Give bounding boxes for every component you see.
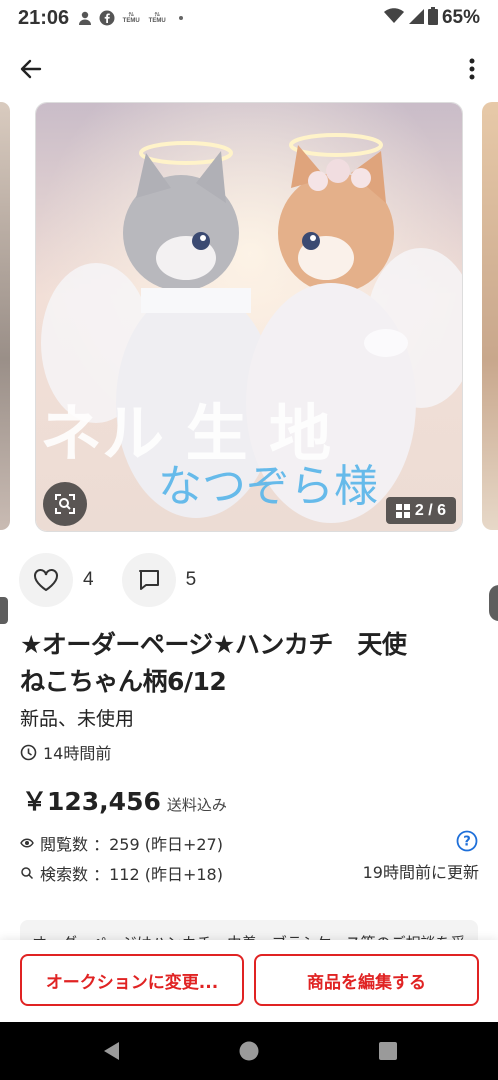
system-icons: 65% bbox=[383, 6, 480, 30]
searches-stat: 検索数 ：112 (昨日+18) bbox=[40, 865, 223, 884]
eye-icon bbox=[20, 838, 34, 848]
watermark-text: ネル 生 地 bbox=[40, 397, 331, 470]
item-title-line-2: ねこちゃん柄6/12 bbox=[20, 667, 227, 696]
temu-icon: ﾃﾑ TEMU bbox=[122, 12, 140, 24]
previous-image-peek[interactable] bbox=[0, 102, 10, 530]
status-bar: 21:06 ﾃﾑ TEMU ﾃﾑ TEMU 65% bbox=[0, 0, 498, 36]
facebook-icon bbox=[99, 10, 115, 26]
heart-icon bbox=[34, 569, 58, 592]
item-condition: 新品、未使用 bbox=[20, 708, 135, 730]
views-row: 閲覧数 ：259 (昨日+27) bbox=[20, 831, 223, 855]
svg-text:?: ? bbox=[463, 835, 471, 850]
back-button[interactable] bbox=[14, 52, 48, 86]
change-to-auction-button[interactable]: オークションに変更... bbox=[20, 954, 244, 1006]
posted-time: 14時間前 bbox=[43, 744, 112, 763]
back-arrow-icon bbox=[20, 59, 42, 79]
comment-count: 5 bbox=[185, 569, 197, 590]
updated-time: 19時間前に更新 bbox=[362, 863, 479, 882]
posted-time-row: 14時間前 bbox=[20, 740, 111, 764]
more-options-button[interactable] bbox=[460, 52, 484, 86]
product-image[interactable]: ネル 生 地 なつぞら様 bbox=[35, 102, 463, 532]
battery-percent: 65% bbox=[441, 7, 480, 28]
more-notifications-icon bbox=[179, 16, 184, 20]
notification-icons: ﾃﾑ TEMU ﾃﾑ TEMU bbox=[77, 10, 184, 26]
comment-button[interactable] bbox=[121, 553, 176, 607]
search-icon bbox=[21, 867, 34, 880]
price-row: ￥123,456 送料込み bbox=[22, 782, 227, 818]
temu-icon: ﾃﾑ TEMU bbox=[148, 12, 166, 24]
nav-back-icon[interactable] bbox=[101, 1041, 121, 1061]
next-image-peek[interactable] bbox=[482, 102, 498, 530]
reactions-row: 4 5 bbox=[19, 553, 224, 607]
lens-search-icon bbox=[55, 494, 75, 514]
status-time: 21:06 bbox=[18, 6, 70, 29]
views-stat: 閲覧数 ：259 (昨日+27) bbox=[40, 835, 223, 854]
item-price: ￥123,456 bbox=[22, 787, 161, 816]
image-carousel[interactable]: ネル 生 地 なつぞら様 bbox=[0, 100, 498, 624]
kebab-menu-icon bbox=[469, 58, 475, 80]
clock-icon bbox=[20, 744, 37, 760]
next-lens-peek bbox=[489, 585, 498, 621]
app-bar bbox=[0, 44, 498, 92]
battery-icon bbox=[427, 6, 438, 30]
grid-icon bbox=[395, 503, 410, 518]
comment-icon bbox=[138, 570, 159, 590]
like-button[interactable] bbox=[19, 553, 73, 607]
image-counter-badge[interactable]: 2 / 6 bbox=[386, 497, 456, 524]
bottom-action-bar: オークションに変更... 商品を編集する bbox=[0, 940, 498, 1022]
nav-home-icon[interactable] bbox=[239, 1041, 259, 1061]
signal-icon bbox=[408, 8, 424, 29]
searches-row: 検索数 ：112 (昨日+18) bbox=[20, 861, 223, 885]
person-icon bbox=[77, 10, 93, 26]
shipping-label: 送料込み bbox=[166, 796, 227, 814]
wifi-icon bbox=[383, 7, 404, 29]
item-title: ★オーダーページ★ハンカチ 天使 ねこちゃん柄6/12 bbox=[20, 626, 482, 700]
item-title-line-1: ★オーダーページ★ハンカチ 天使 bbox=[20, 630, 407, 659]
name-overlay-text: なつぞら様 bbox=[158, 461, 378, 512]
image-counter-text: 2 / 6 bbox=[414, 501, 447, 519]
help-icon[interactable]: ? bbox=[456, 830, 478, 852]
edit-item-button[interactable]: 商品を編集する bbox=[254, 954, 479, 1006]
nav-recents-icon[interactable] bbox=[378, 1041, 398, 1061]
like-count: 4 bbox=[83, 569, 94, 590]
system-nav-bar bbox=[0, 1022, 498, 1080]
previous-counter-peek bbox=[0, 597, 8, 624]
image-search-button[interactable] bbox=[43, 482, 87, 526]
